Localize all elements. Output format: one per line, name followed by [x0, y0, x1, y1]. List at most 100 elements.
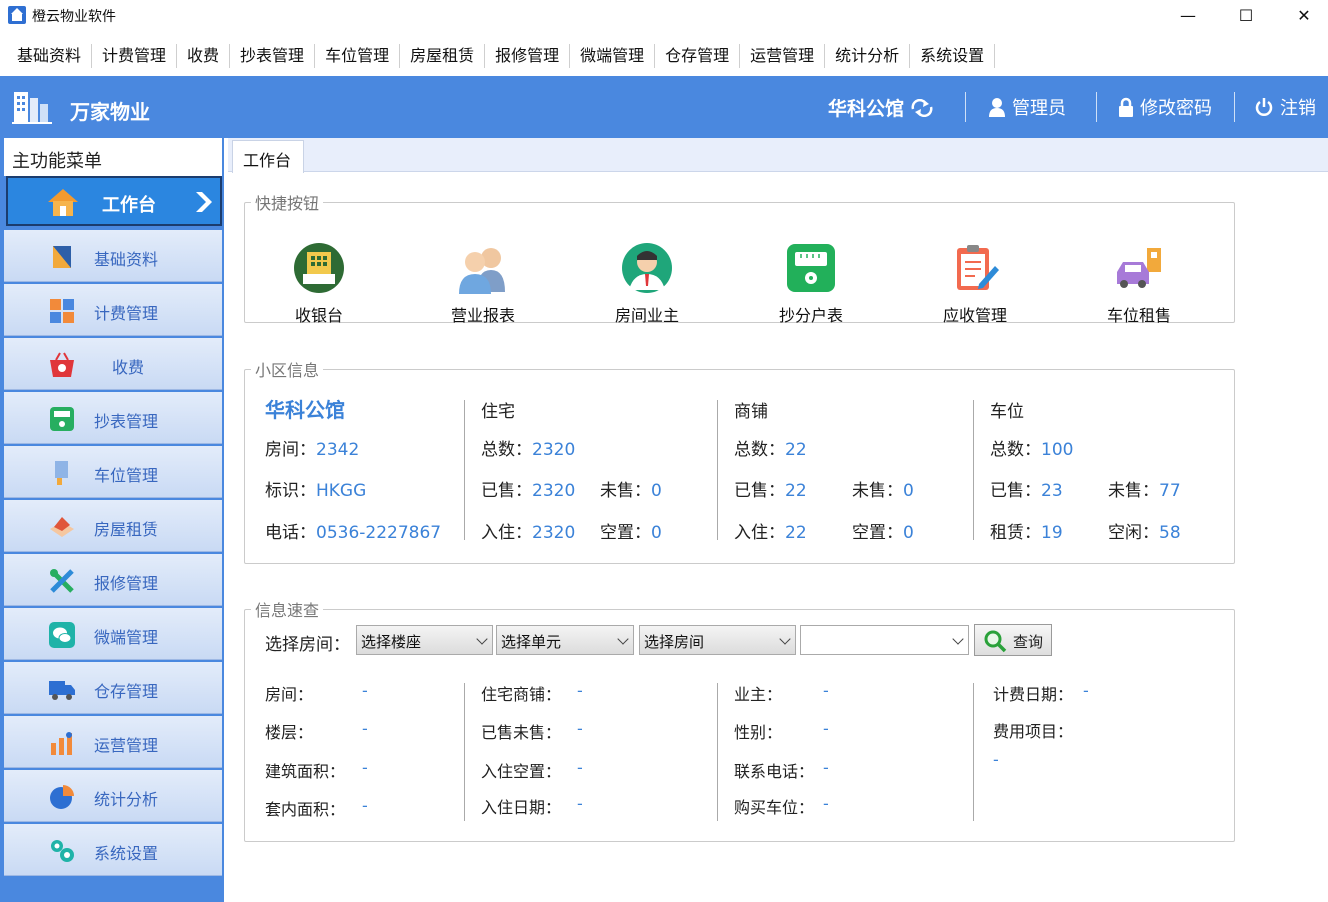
divider: [717, 683, 718, 821]
tab-bar: 工作台: [228, 138, 1328, 173]
field-owner-value: -: [823, 681, 829, 700]
menu-settings[interactable]: 系统设置: [910, 44, 996, 68]
business-report-button[interactable]: 营业报表: [413, 242, 553, 326]
residential-vacant: 空置：0: [600, 518, 662, 543]
business-report-label: 营业报表: [450, 306, 515, 325]
sidebar-item-rental[interactable]: 房屋租赁: [4, 500, 222, 552]
shop-unsold: 未售：0: [852, 476, 914, 501]
logout-button[interactable]: 注销: [1254, 94, 1316, 120]
sidebar-item-basic-data[interactable]: 基础资料: [4, 230, 222, 282]
residential-unsold: 未售：0: [600, 476, 662, 501]
sidebar-item-micro[interactable]: 微端管理: [4, 608, 222, 660]
field-contact: 联系电话：: [734, 762, 815, 781]
menu-repair[interactable]: 报修管理: [485, 44, 571, 68]
sidebar-item-label: 计费管理: [94, 304, 159, 323]
close-button[interactable]: ✕: [1275, 0, 1328, 30]
menu-operations[interactable]: 运营管理: [740, 44, 826, 68]
field-build-area: 建筑面积：: [265, 762, 346, 781]
user-name: 管理员: [1012, 98, 1066, 119]
calculator-icon: [50, 299, 74, 323]
parking-idle: 空闲：58: [1108, 518, 1181, 543]
field-room-value: -: [362, 681, 368, 700]
car-icon: [1117, 248, 1161, 288]
clipboard-icon: [957, 245, 999, 290]
value: 100: [1041, 440, 1074, 460]
field-build-area-value: -: [362, 758, 368, 777]
menu-charge[interactable]: 收费: [177, 44, 231, 68]
change-password-button[interactable]: 修改密码: [1118, 94, 1212, 120]
parking-unsold: 未售：77: [1108, 476, 1181, 501]
receivable-label: 应收管理: [942, 306, 1007, 325]
chevron-down-icon: [779, 633, 791, 645]
sidebar-item-operations[interactable]: 运营管理: [4, 716, 222, 768]
maximize-button[interactable]: ☐: [1217, 0, 1275, 30]
minimize-button[interactable]: —: [1159, 0, 1217, 30]
community-phone-row: 电话：0536-2227867: [265, 518, 441, 543]
folder-icon: [53, 246, 71, 268]
value: 2320: [532, 440, 576, 460]
house-rent-icon: [50, 517, 74, 537]
receivable-button[interactable]: 应收管理: [905, 242, 1045, 326]
header-divider: [1096, 92, 1097, 122]
quick-buttons-legend: 快捷按钮: [255, 194, 320, 213]
menu-statistics[interactable]: 统计分析: [825, 44, 911, 68]
tab-workbench[interactable]: 工作台: [232, 140, 304, 173]
menu-rental[interactable]: 房屋租赁: [400, 44, 486, 68]
room-number-combobox[interactable]: [800, 625, 969, 655]
field-type: 住宅商铺：: [481, 685, 562, 704]
phone-label: 电话：: [265, 523, 316, 543]
sidebar-item-label: 微端管理: [94, 628, 159, 647]
menu-meter[interactable]: 抄表管理: [230, 44, 316, 68]
meter-reading-button[interactable]: 抄分户表: [741, 242, 881, 326]
sidebar-item-meter[interactable]: 抄表管理: [4, 392, 222, 444]
shop-sold: 已售：22: [734, 476, 807, 501]
field-occupied-value: -: [577, 758, 583, 777]
sidebar-item-label: 车位管理: [94, 466, 159, 485]
unit-select[interactable]: 选择单元: [496, 625, 634, 655]
sidebar-item-workbench[interactable]: 工作台: [6, 176, 222, 226]
room-label: 房间：: [265, 440, 316, 460]
title-bar: 橙云物业软件 — ☐ ✕: [0, 0, 1328, 32]
sidebar-item-billing[interactable]: 计费管理: [4, 284, 222, 336]
menu-billing[interactable]: 计费管理: [92, 44, 178, 68]
sidebar-item-parking[interactable]: 车位管理: [4, 446, 222, 498]
buildings-logo-icon: [12, 92, 52, 124]
quick-buttons-panel: 快捷按钮 收银台 营业报表 房间业主 抄分户表 应收管理 车位租售: [244, 190, 1235, 326]
menu-basic-data[interactable]: 基础资料: [7, 44, 93, 68]
sidebar-item-charge[interactable]: 收费: [4, 338, 222, 390]
user-button[interactable]: 管理员: [988, 94, 1066, 120]
field-inner-area-value: -: [362, 796, 368, 815]
sidebar-item-repair[interactable]: 报修管理: [4, 554, 222, 606]
sidebar-item-statistics[interactable]: 统计分析: [4, 770, 222, 822]
truck-icon: [49, 681, 75, 700]
sidebar-item-warehouse[interactable]: 仓存管理: [4, 662, 222, 714]
switch-community-button[interactable]: 华科公馆: [828, 94, 934, 121]
sidebar-item-label: 抄表管理: [94, 412, 159, 431]
menu-micro[interactable]: 微端管理: [570, 44, 656, 68]
chevron-right-icon: [196, 192, 212, 212]
label: 入住：: [734, 523, 785, 543]
phone-value: 0536-2227867: [316, 523, 442, 543]
divider: [717, 400, 718, 540]
parking-sale-button[interactable]: 车位租售: [1069, 242, 1209, 326]
building-select[interactable]: 选择楼座: [356, 625, 493, 655]
sidebar-item-label: 仓存管理: [94, 682, 159, 701]
unit-select-value: 选择单元: [501, 633, 562, 651]
cashier-button[interactable]: 收银台: [249, 242, 389, 326]
menu-warehouse[interactable]: 仓存管理: [655, 44, 741, 68]
label: 未售：: [600, 481, 651, 501]
header-band: 万家物业 华科公馆 管理员 修改密码 注销: [0, 76, 1328, 138]
room-owner-button[interactable]: 房间业主: [577, 242, 717, 326]
parking-title: 车位: [990, 402, 1024, 422]
sidebar-item-settings[interactable]: 系统设置: [4, 824, 222, 876]
field-bill-date-value: -: [1083, 681, 1089, 700]
field-sold: 已售未售：: [481, 723, 562, 742]
shop-total: 总数：22: [734, 435, 807, 460]
label: 未售：: [852, 481, 903, 501]
room-select[interactable]: 选择房间: [639, 625, 796, 655]
parking-sold: 已售：23: [990, 476, 1063, 501]
menu-parking[interactable]: 车位管理: [315, 44, 401, 68]
query-button[interactable]: 查询: [974, 624, 1052, 656]
divider: [464, 400, 465, 540]
basket-icon: [50, 352, 74, 377]
